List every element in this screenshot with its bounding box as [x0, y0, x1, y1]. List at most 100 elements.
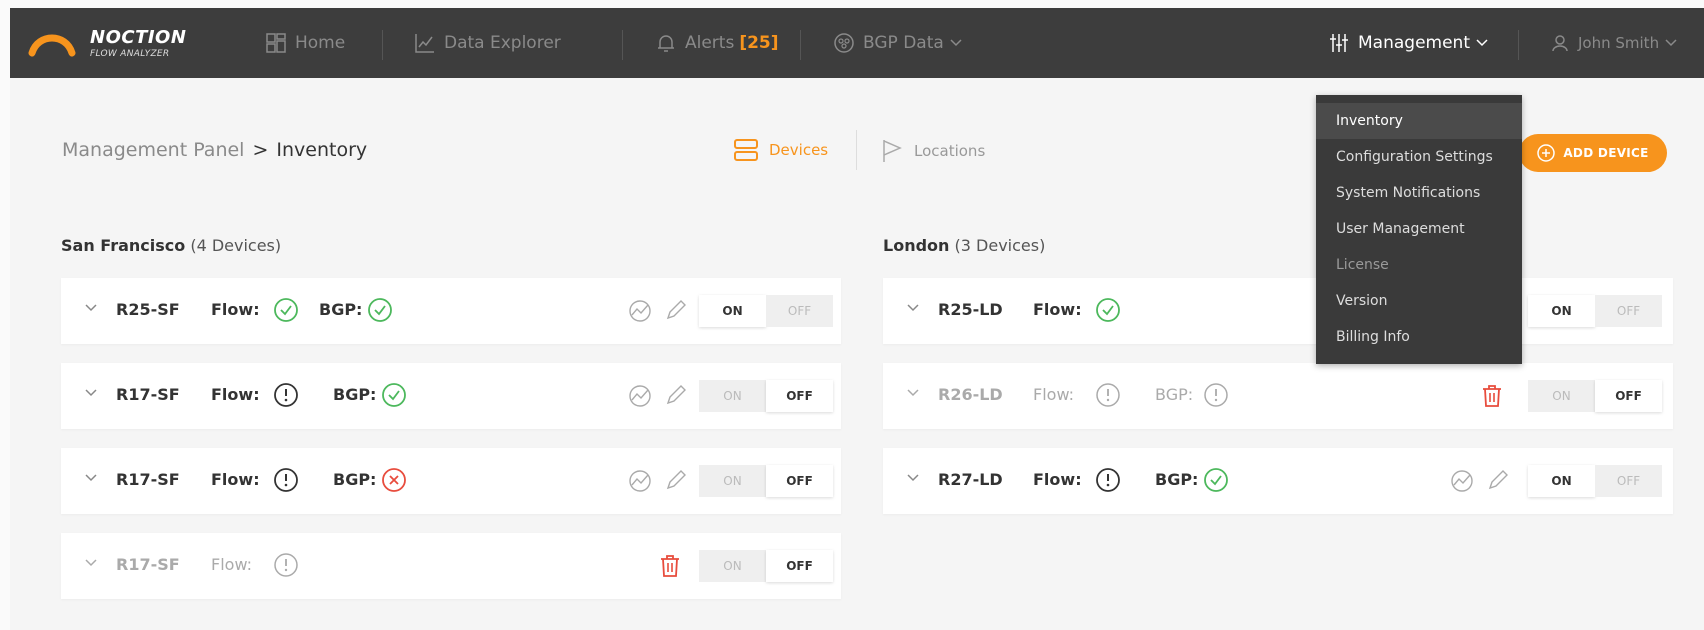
line-chart-icon — [415, 34, 434, 53]
enable-toggle[interactable]: ON OFF — [1528, 465, 1663, 497]
flow-label: Flow: — [1033, 300, 1082, 319]
toggle-off[interactable]: OFF — [1595, 295, 1662, 327]
expand-chevron-icon[interactable] — [907, 474, 919, 482]
bell-icon — [658, 35, 674, 52]
analytics-icon[interactable] — [627, 298, 653, 324]
nav-management-label: Management — [1358, 33, 1470, 53]
device-card[interactable]: R27-LD Flow: BGP: ON OFF — [883, 448, 1673, 514]
edit-pencil-icon[interactable] — [664, 383, 688, 407]
top-navbar: NOCTION FLOW ANALYZER Home Data Explorer — [10, 8, 1704, 78]
flow-label: Flow: — [211, 555, 253, 574]
flow-warning-icon — [274, 553, 298, 577]
chevron-down-icon — [1476, 39, 1488, 47]
menu-item-license[interactable]: License — [1316, 247, 1522, 283]
expand-chevron-icon[interactable] — [907, 304, 919, 312]
enable-toggle[interactable]: ON OFF — [1528, 295, 1663, 327]
bgp-label: BGP: — [1155, 470, 1199, 489]
bgp-ok-icon — [382, 383, 406, 407]
toggle-on[interactable]: ON — [699, 550, 766, 582]
toggle-on[interactable]: ON — [1528, 295, 1595, 327]
alerts-count-badge: [25] — [739, 33, 779, 53]
toggle-off[interactable]: OFF — [766, 465, 833, 497]
edit-pencil-icon[interactable] — [1486, 468, 1510, 492]
menu-item-inventory[interactable]: Inventory — [1316, 103, 1522, 139]
bgp-network-icon — [834, 33, 854, 53]
menu-item-user-management[interactable]: User Management — [1316, 211, 1522, 247]
device-card[interactable]: R25-SF Flow: BGP: ON OFF — [61, 278, 841, 344]
trash-icon[interactable] — [658, 553, 682, 579]
enable-toggle[interactable]: ON OFF — [699, 380, 834, 412]
bgp-ok-icon — [1204, 468, 1228, 492]
breadcrumb-current: Inventory — [276, 139, 368, 161]
toggle-on[interactable]: ON — [1528, 465, 1595, 497]
bgp-label: BGP: — [333, 385, 377, 404]
group-device-count: (3 Devices) — [954, 236, 1046, 255]
toggle-off[interactable]: OFF — [766, 550, 833, 582]
flow-label: Flow: — [211, 385, 260, 404]
user-name: John Smith — [1578, 34, 1660, 52]
edit-pencil-icon[interactable] — [664, 298, 688, 322]
analytics-icon[interactable] — [1449, 468, 1475, 494]
flow-ok-icon — [1096, 298, 1120, 322]
device-card[interactable]: R17-SF Flow: BGP: ON OFF — [61, 363, 841, 429]
analytics-icon[interactable] — [627, 468, 653, 494]
flow-ok-icon — [274, 298, 298, 322]
menu-item-version[interactable]: Version — [1316, 283, 1522, 319]
device-name: R26-LD — [938, 385, 1003, 404]
brand-name: NOCTION — [90, 27, 187, 48]
device-name: R17-SF — [116, 470, 180, 489]
nav-bgp-data[interactable]: BGP Data — [833, 8, 970, 78]
breadcrumb: Management Panel > Inventory — [62, 139, 367, 161]
toggle-on[interactable]: ON — [699, 295, 766, 327]
enable-toggle[interactable]: ON OFF — [1528, 380, 1663, 412]
nav-divider — [382, 30, 383, 60]
tab-locations-label: Locations — [914, 142, 986, 160]
management-dropdown-menu: Inventory Configuration Settings System … — [1316, 95, 1522, 364]
brand-logo[interactable]: NOCTION FLOW ANALYZER — [28, 25, 198, 65]
toggle-off[interactable]: OFF — [766, 295, 833, 327]
device-card[interactable]: R25-LD Flow: ON OFF — [883, 278, 1673, 344]
app-frame: NOCTION FLOW ANALYZER Home Data Explorer — [10, 8, 1704, 630]
menu-item-configuration-settings[interactable]: Configuration Settings — [1316, 139, 1522, 175]
toggle-off[interactable]: OFF — [1595, 380, 1662, 412]
expand-chevron-icon[interactable] — [907, 389, 919, 397]
device-name: R27-LD — [938, 470, 1003, 489]
toggle-off[interactable]: OFF — [1595, 465, 1662, 497]
menu-item-system-notifications[interactable]: System Notifications — [1316, 175, 1522, 211]
group-name: London — [883, 236, 950, 255]
tab-devices[interactable]: Devices — [733, 138, 828, 162]
device-card[interactable]: R26-LD Flow: BGP: ON OFF — [883, 363, 1673, 429]
dashboard-icon — [266, 33, 286, 53]
expand-chevron-icon[interactable] — [85, 304, 97, 312]
flow-warning-icon — [1096, 383, 1120, 407]
analytics-icon[interactable] — [627, 383, 653, 409]
toggle-on[interactable]: ON — [1528, 380, 1595, 412]
toggle-on[interactable]: ON — [699, 380, 766, 412]
enable-toggle[interactable]: ON OFF — [699, 550, 834, 582]
expand-chevron-icon[interactable] — [85, 474, 97, 482]
toggle-on[interactable]: ON — [699, 465, 766, 497]
breadcrumb-parent[interactable]: Management Panel — [62, 139, 244, 161]
edit-pencil-icon[interactable] — [664, 468, 688, 492]
nav-data-explorer-label: Data Explorer — [444, 33, 561, 53]
menu-item-billing-info[interactable]: Billing Info — [1316, 319, 1522, 355]
device-card[interactable]: R17-SF Flow: BGP: ON OFF — [61, 448, 841, 514]
add-device-button[interactable]: ADD DEVICE — [1519, 134, 1667, 172]
nav-management[interactable]: Management — [1328, 8, 1496, 78]
user-menu[interactable]: John Smith — [1550, 8, 1685, 78]
nav-data-explorer[interactable]: Data Explorer — [414, 8, 561, 78]
nav-home[interactable]: Home — [265, 8, 345, 78]
enable-toggle[interactable]: ON OFF — [699, 295, 834, 327]
trash-icon[interactable] — [1480, 383, 1504, 409]
tab-locations[interactable]: Locations — [880, 138, 985, 164]
enable-toggle[interactable]: ON OFF — [699, 465, 834, 497]
expand-chevron-icon[interactable] — [85, 559, 97, 567]
expand-chevron-icon[interactable] — [85, 389, 97, 397]
toggle-off[interactable]: OFF — [766, 380, 833, 412]
flow-label: Flow: — [1033, 385, 1075, 404]
noction-logo-icon — [28, 34, 76, 57]
group-name: San Francisco — [61, 236, 186, 255]
nav-divider — [1518, 30, 1519, 60]
nav-alerts[interactable]: Alerts [25] — [655, 8, 779, 78]
device-card[interactable]: R17-SF Flow: ON OFF — [61, 533, 841, 599]
